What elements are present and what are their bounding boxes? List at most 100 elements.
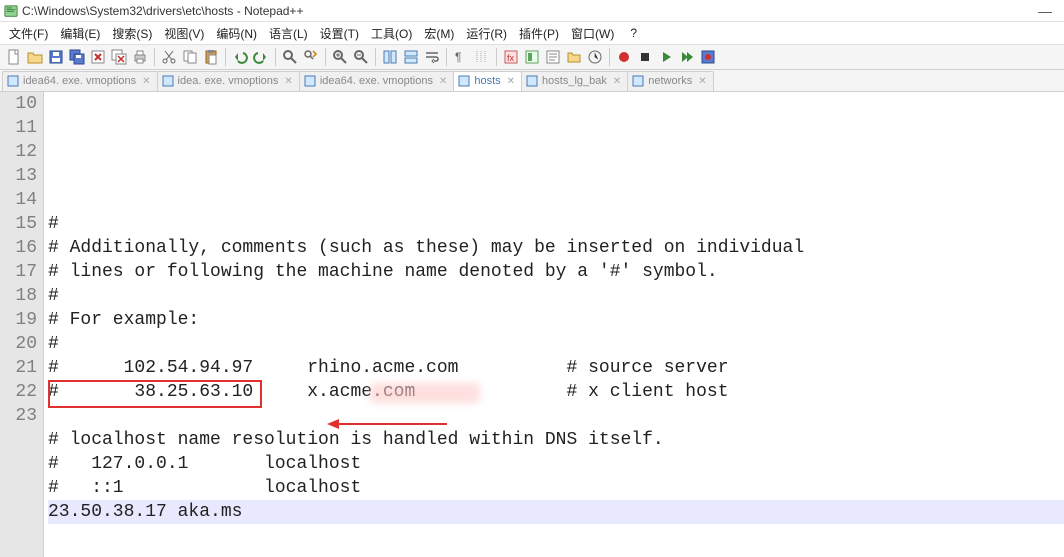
file-tab-label: idea64. exe. vmoptions <box>320 75 433 87</box>
file-icon <box>162 75 174 87</box>
show-all-chars-icon[interactable]: ¶ <box>451 47 471 67</box>
titlebar: C:\Windows\System32\drivers\etc\hosts - … <box>0 0 1064 22</box>
menu-encoding[interactable]: 编码(N) <box>211 23 262 44</box>
toolbar-separator <box>446 48 447 66</box>
folder-panel-icon[interactable] <box>564 47 584 67</box>
tab-close-icon[interactable]: ✕ <box>142 76 150 87</box>
file-tab[interactable]: networks ✕ <box>627 71 713 91</box>
line-number: 22 <box>0 380 37 404</box>
stop-macro-icon[interactable] <box>635 47 655 67</box>
line-number: 18 <box>0 284 37 308</box>
zoom-in-icon[interactable] <box>330 47 350 67</box>
menu-file[interactable]: 文件(F) <box>4 23 53 44</box>
zoom-out-icon[interactable] <box>351 47 371 67</box>
file-icon <box>526 75 538 87</box>
code-line[interactable]: # <box>48 284 1064 308</box>
file-tab-label: hosts <box>474 75 500 87</box>
file-tab[interactable]: idea. exe. vmoptions ✕ <box>157 71 300 91</box>
file-tab-label: idea. exe. vmoptions <box>178 75 279 87</box>
menu-macro[interactable]: 宏(M) <box>419 23 459 44</box>
file-icon <box>458 75 470 87</box>
tab-close-icon[interactable]: ✕ <box>613 76 621 87</box>
code-line[interactable]: # localhost name resolution is handled w… <box>48 428 1064 452</box>
sync-v-icon[interactable] <box>380 47 400 67</box>
redo-icon[interactable] <box>251 47 271 67</box>
menu-language[interactable]: 语言(L) <box>264 23 313 44</box>
code-line[interactable]: # 127.0.0.1 localhost <box>48 452 1064 476</box>
toolbar-separator <box>496 48 497 66</box>
line-number: 15 <box>0 212 37 236</box>
copy-icon[interactable] <box>180 47 200 67</box>
code-editor[interactable]: ## Additionally, comments (such as these… <box>44 92 1064 557</box>
line-number: 14 <box>0 188 37 212</box>
tab-close-icon[interactable]: ✕ <box>439 76 447 87</box>
func-list-icon[interactable] <box>543 47 563 67</box>
line-number: 19 <box>0 308 37 332</box>
replace-icon[interactable] <box>301 47 321 67</box>
code-line[interactable]: 23.50.38.17 aka.ms <box>48 500 1064 524</box>
menu-tools[interactable]: 工具(O) <box>366 23 417 44</box>
code-line[interactable]: # 102.54.94.97 rhino.acme.com # source s… <box>48 356 1064 380</box>
code-line[interactable]: # <box>48 332 1064 356</box>
monitor-icon[interactable] <box>585 47 605 67</box>
line-number: 17 <box>0 260 37 284</box>
cut-icon[interactable] <box>159 47 179 67</box>
code-line[interactable]: # <box>48 212 1064 236</box>
save-icon[interactable] <box>46 47 66 67</box>
tab-close-icon[interactable]: ✕ <box>698 76 706 87</box>
tab-close-icon[interactable]: ✕ <box>284 76 292 87</box>
line-number: 21 <box>0 356 37 380</box>
menu-view[interactable]: 视图(V) <box>159 23 209 44</box>
wrap-icon[interactable] <box>422 47 442 67</box>
paste-icon[interactable] <box>201 47 221 67</box>
sync-h-icon[interactable] <box>401 47 421 67</box>
line-number: 10 <box>0 92 37 116</box>
code-line[interactable]: # 38.25.63.10 x.acme.com # x client host <box>48 380 1064 404</box>
play-multi-icon[interactable] <box>677 47 697 67</box>
menu-settings[interactable]: 设置(T) <box>315 23 364 44</box>
undo-icon[interactable] <box>230 47 250 67</box>
file-icon <box>7 75 19 87</box>
menu-plugins[interactable]: 插件(P) <box>514 23 564 44</box>
file-icon <box>632 75 644 87</box>
menu-run[interactable]: 运行(R) <box>461 23 512 44</box>
toolbar-separator <box>154 48 155 66</box>
line-number: 20 <box>0 332 37 356</box>
window-title: C:\Windows\System32\drivers\etc\hosts - … <box>22 4 1026 18</box>
code-line[interactable]: # ::1 localhost <box>48 476 1064 500</box>
line-number: 12 <box>0 140 37 164</box>
find-icon[interactable] <box>280 47 300 67</box>
line-number: 23 <box>0 404 37 428</box>
save-all-icon[interactable] <box>67 47 87 67</box>
code-line[interactable]: # lines or following the machine name de… <box>48 260 1064 284</box>
file-tab-active[interactable]: hosts ✕ <box>453 71 522 91</box>
new-file-icon[interactable] <box>4 47 24 67</box>
minimize-button[interactable]: — <box>1030 3 1060 19</box>
code-line[interactable]: # Additionally, comments (such as these)… <box>48 236 1064 260</box>
save-macro-icon[interactable] <box>698 47 718 67</box>
menu-search[interactable]: 搜索(S) <box>107 23 157 44</box>
play-macro-icon[interactable] <box>656 47 676 67</box>
print-icon[interactable] <box>130 47 150 67</box>
menu-edit[interactable]: 编辑(E) <box>55 23 105 44</box>
close-icon[interactable] <box>88 47 108 67</box>
doc-map-icon[interactable] <box>522 47 542 67</box>
lang-icon[interactable]: fx <box>501 47 521 67</box>
menu-help[interactable]: ? <box>625 24 642 42</box>
close-all-icon[interactable] <box>109 47 129 67</box>
editor-area: 1011121314151617181920212223 ## Addition… <box>0 92 1064 557</box>
file-tab[interactable]: hosts_lg_bak ✕ <box>521 71 628 91</box>
toolbar-separator <box>275 48 276 66</box>
code-line[interactable] <box>48 524 1064 548</box>
indent-guide-icon[interactable] <box>472 47 492 67</box>
tab-close-icon[interactable]: ✕ <box>507 76 515 87</box>
file-tab[interactable]: idea64. exe. vmoptions ✕ <box>299 71 455 91</box>
code-line[interactable]: # For example: <box>48 308 1064 332</box>
toolbar: ¶ fx <box>0 44 1064 70</box>
record-macro-icon[interactable] <box>614 47 634 67</box>
menu-window[interactable]: 窗口(W) <box>566 23 619 44</box>
file-tab-label: idea64. exe. vmoptions <box>23 75 136 87</box>
open-file-icon[interactable] <box>25 47 45 67</box>
file-tab[interactable]: idea64. exe. vmoptions ✕ <box>2 71 158 91</box>
code-line[interactable] <box>48 404 1064 428</box>
